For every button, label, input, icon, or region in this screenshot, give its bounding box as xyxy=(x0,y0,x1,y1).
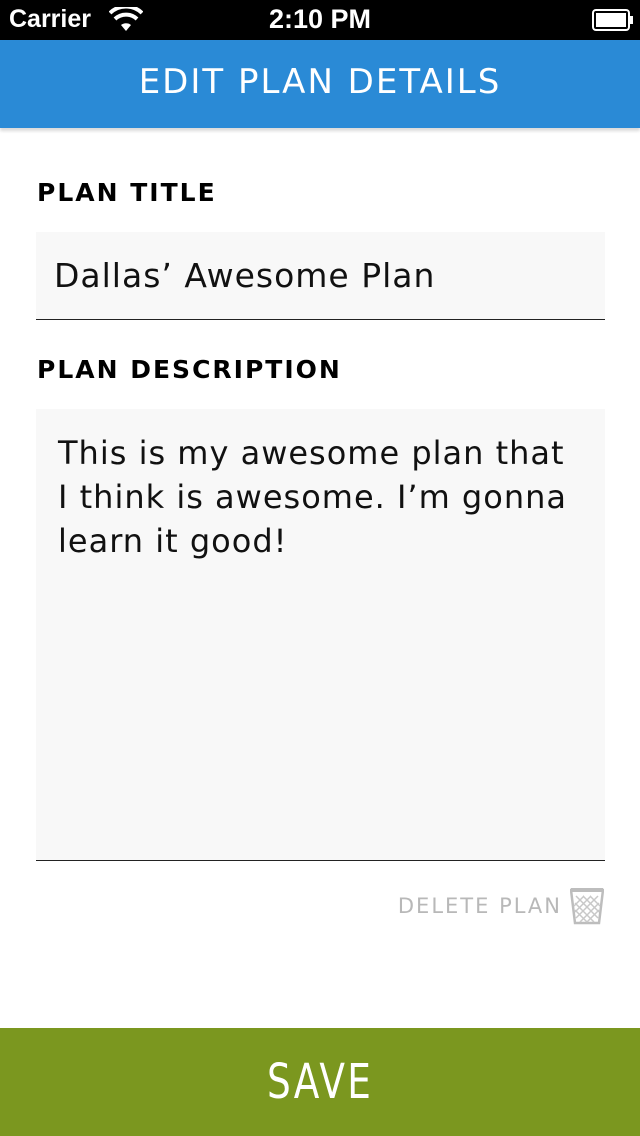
plan-description-label: PLAN DESCRIPTION xyxy=(37,355,342,384)
save-label: SAVE xyxy=(266,1054,374,1110)
delete-plan-label: DELETE PLAN xyxy=(397,894,562,918)
nav-bar: EDIT PLAN DETAILS xyxy=(0,40,640,128)
plan-description-input[interactable]: This is my awesome plan that I think is … xyxy=(36,409,605,861)
plan-title-label: PLAN TITLE xyxy=(37,178,217,207)
page-title: EDIT PLAN DETAILS xyxy=(138,62,502,102)
plan-title-input[interactable] xyxy=(36,232,605,320)
battery-icon xyxy=(592,9,633,31)
status-time: 2:10 PM xyxy=(268,4,372,34)
save-button[interactable]: SAVE xyxy=(0,1028,640,1136)
status-bar: Carrier 2:10 PM xyxy=(0,0,640,40)
trash-icon xyxy=(570,888,604,925)
delete-plan-button[interactable]: DELETE PLAN xyxy=(398,886,604,926)
